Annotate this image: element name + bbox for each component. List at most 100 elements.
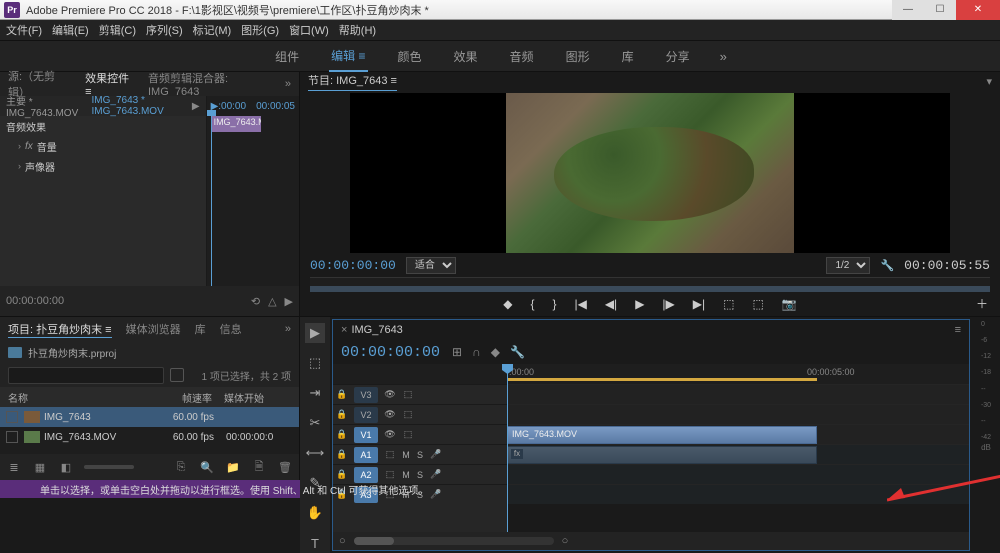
workspace-libraries[interactable]: 库 xyxy=(620,42,636,71)
go-to-in-button[interactable]: |◀ xyxy=(574,297,586,311)
column-start[interactable]: 媒体开始 xyxy=(220,390,299,405)
program-time-ruler[interactable] xyxy=(310,277,990,292)
workspace-editing[interactable]: 编辑 ≡ xyxy=(329,41,367,72)
tab-effect-controls[interactable]: 效果控件 ≡ xyxy=(85,70,134,98)
menu-sequence[interactable]: 序列(S) xyxy=(146,22,183,38)
chevron-right-icon[interactable]: ▶ xyxy=(285,295,293,308)
effect-nav-icon[interactable]: △ xyxy=(268,295,276,308)
selection-tool[interactable]: ▶ xyxy=(305,323,325,343)
list-view-button[interactable]: ≣ xyxy=(6,459,22,475)
track-select-tool[interactable]: ⬚ xyxy=(305,353,325,373)
timeline-ruler[interactable]: :00:00 00:00:05:00 00:00:10:00 xyxy=(507,364,969,384)
project-tabs-overflow[interactable]: » xyxy=(285,323,291,335)
program-panel-menu[interactable]: ▾ xyxy=(986,75,992,88)
effect-timecode[interactable]: 00:00:00:00 xyxy=(6,295,64,307)
menu-edit[interactable]: 编辑(E) xyxy=(52,22,89,38)
razor-tool[interactable]: ✂ xyxy=(305,413,325,433)
timeline-playhead[interactable] xyxy=(507,364,508,532)
menu-file[interactable]: 文件(F) xyxy=(6,22,42,38)
close-sequence-button[interactable]: × xyxy=(341,324,347,336)
track-header-v2[interactable]: 🔒V2👁⬚ xyxy=(333,404,507,424)
menu-help[interactable]: 帮助(H) xyxy=(339,22,376,38)
checkbox[interactable] xyxy=(6,411,18,423)
ripple-edit-tool[interactable]: ⇥ xyxy=(305,383,325,403)
program-tab[interactable]: 节目: IMG_7643 ≡ xyxy=(308,72,397,91)
source-tabs-overflow[interactable]: » xyxy=(285,78,291,90)
settings-icon[interactable]: 🔧 xyxy=(880,259,894,272)
effect-panner[interactable]: ›声像器 xyxy=(0,156,206,176)
step-forward-button[interactable]: |▶ xyxy=(662,297,674,311)
tab-info[interactable]: 信息 xyxy=(220,321,242,337)
timeline-settings-button[interactable]: 🔧 xyxy=(510,345,525,359)
effect-category-audio[interactable]: 音频效果 xyxy=(0,116,206,136)
program-resolution-select[interactable]: 1/2 xyxy=(826,257,870,274)
project-filter-chip[interactable] xyxy=(170,368,184,382)
track-header-v1[interactable]: 🔒V1👁⬚ xyxy=(333,424,507,444)
effect-nav-icon[interactable]: ⟲ xyxy=(251,295,260,308)
window-maximize-button[interactable]: ☐ xyxy=(924,0,956,20)
step-back-button[interactable]: ◀| xyxy=(605,297,617,311)
video-clip[interactable]: IMG_7643.MOV xyxy=(507,426,817,444)
checkbox[interactable] xyxy=(6,431,18,443)
project-list[interactable]: 名称 帧速率 媒体开始 IMG_7643 60.00 fps IMG_7643.… xyxy=(0,387,299,454)
column-fps[interactable]: 帧速率 xyxy=(150,390,220,405)
delete-button[interactable]: 🗑 xyxy=(277,459,293,475)
program-video-display[interactable] xyxy=(350,93,950,253)
effect-playhead[interactable] xyxy=(211,114,212,286)
track-header-a1[interactable]: 🔒A1⬚MS🎤 xyxy=(333,444,507,464)
workspace-share[interactable]: 分享 xyxy=(664,42,692,71)
snap-button[interactable]: ⊞ xyxy=(452,345,462,359)
add-marker-button[interactable]: ◆ xyxy=(491,345,500,359)
menu-clip[interactable]: 剪辑(C) xyxy=(99,22,136,38)
program-timecode[interactable]: 00:00:00:00 xyxy=(310,258,396,273)
project-item-clip[interactable]: IMG_7643.MOV 60.00 fps 00:00:00:0 xyxy=(0,427,299,447)
sequence-tab[interactable]: IMG_7643 xyxy=(351,324,402,336)
go-to-out-button[interactable]: ▶| xyxy=(693,297,705,311)
lift-button[interactable]: ⬚ xyxy=(723,297,734,311)
column-name[interactable]: 名称 xyxy=(0,390,150,405)
timeline-scroll-right[interactable]: ○ xyxy=(562,535,569,547)
workspace-effects[interactable]: 效果 xyxy=(452,42,480,71)
project-search-input[interactable] xyxy=(8,367,164,384)
export-frame-button[interactable]: 📷 xyxy=(782,297,797,311)
tab-libraries[interactable]: 库 xyxy=(195,321,206,337)
tab-media-browser[interactable]: 媒体浏览器 xyxy=(126,321,181,337)
hand-tool[interactable]: ✋ xyxy=(305,503,325,523)
track-header-v3[interactable]: 🔒V3👁⬚ xyxy=(333,384,507,404)
find-button[interactable]: 🔍 xyxy=(199,459,215,475)
menu-marker[interactable]: 标记(M) xyxy=(193,22,232,38)
workspace-audio[interactable]: 音频 xyxy=(508,42,536,71)
new-bin-button[interactable]: 📁 xyxy=(225,459,241,475)
effect-volume[interactable]: ›fx音量 xyxy=(0,136,206,156)
new-item-button[interactable]: 🗎 xyxy=(251,459,267,475)
icon-view-button[interactable]: ▦ xyxy=(32,459,48,475)
tab-project[interactable]: 项目: 扑豆角炒肉末 ≡ xyxy=(8,321,112,338)
timeline-zoom-slider[interactable] xyxy=(354,537,554,545)
automate-to-sequence-button[interactable]: ⎘ xyxy=(173,459,189,475)
play-button[interactable]: ▶ xyxy=(635,297,644,311)
menu-window[interactable]: 窗口(W) xyxy=(289,22,329,38)
effect-controls-timeline[interactable]: ▶:00:0000:00:05 IMG_7643.MOV xyxy=(207,96,299,286)
workspace-graphics[interactable]: 图形 xyxy=(564,42,592,71)
freeform-view-button[interactable]: ◧ xyxy=(58,459,74,475)
thumbnail-size-slider[interactable] xyxy=(84,465,134,469)
chevron-right-icon[interactable]: ▶ xyxy=(192,101,200,112)
audio-clip[interactable]: fx xyxy=(507,446,817,464)
tab-audio-clip-mixer[interactable]: 音频剪辑混合器: IMG_7643 xyxy=(148,70,271,98)
timeline-timecode[interactable]: 00:00:00:00 xyxy=(341,344,440,361)
add-marker-button[interactable]: ◆ xyxy=(503,297,512,311)
mark-in-button[interactable]: { xyxy=(530,297,534,311)
workspace-color[interactable]: 颜色 xyxy=(396,42,424,71)
window-minimize-button[interactable]: — xyxy=(892,0,924,20)
slip-tool[interactable]: ⟷ xyxy=(305,443,325,463)
extract-button[interactable]: ⬚ xyxy=(752,297,763,311)
timeline-panel-menu[interactable]: ≡ xyxy=(955,324,961,336)
timeline-scroll-left[interactable]: ○ xyxy=(339,535,346,547)
mark-out-button[interactable]: } xyxy=(552,297,556,311)
workspace-overflow-button[interactable]: » xyxy=(720,49,727,64)
menu-graphics[interactable]: 图形(G) xyxy=(241,22,279,38)
type-tool[interactable]: T xyxy=(305,533,325,553)
project-item-sequence[interactable]: IMG_7643 60.00 fps xyxy=(0,407,299,427)
timeline-content[interactable]: :00:00 00:00:05:00 00:00:10:00 IMG_7643.… xyxy=(507,364,969,532)
program-zoom-select[interactable]: 适合 xyxy=(406,257,456,274)
